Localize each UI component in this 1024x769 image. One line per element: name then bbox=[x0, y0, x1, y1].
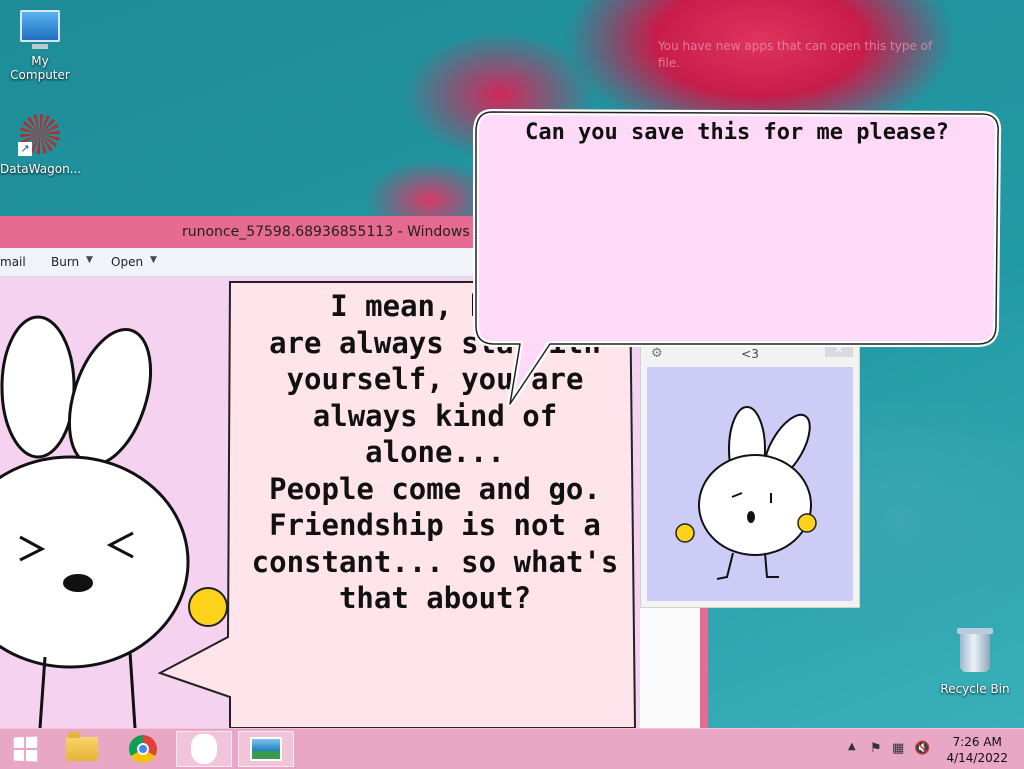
show-hidden-icons-button[interactable]: ▲ bbox=[848, 741, 856, 752]
taskbar-photo-viewer[interactable] bbox=[238, 731, 294, 767]
clock-date: 4/14/2022 bbox=[946, 751, 1008, 765]
desktop-icon-label: My Computer bbox=[10, 54, 70, 82]
taskbar-chrome[interactable] bbox=[115, 731, 171, 767]
desktop-icon-recycle-bin[interactable]: Recycle Bin bbox=[935, 628, 1015, 696]
chevron-down-icon[interactable]: ▼ bbox=[150, 255, 157, 265]
taskbar-clock[interactable]: 7:26 AM 4/14/2022 bbox=[946, 734, 1008, 766]
start-button[interactable] bbox=[0, 731, 50, 767]
story-line: Friendship is not a bbox=[269, 508, 601, 542]
datawagon-icon bbox=[18, 114, 60, 156]
popup-speech-bubble bbox=[473, 109, 1002, 407]
desktop-icon-label: DataWagon... bbox=[0, 162, 82, 176]
windows-icon bbox=[13, 736, 38, 762]
email-menu-button[interactable]: mail bbox=[0, 255, 26, 269]
desktop-icon-my-computer[interactable]: My Computer bbox=[0, 10, 80, 82]
desktop-icon-label: Recycle Bin bbox=[940, 682, 1010, 696]
open-menu-button[interactable]: Open bbox=[111, 255, 143, 269]
burn-menu-button[interactable]: Burn bbox=[51, 255, 79, 269]
popup-message: Can you save this for me please? bbox=[525, 120, 949, 145]
story-line: that about? bbox=[338, 581, 532, 615]
chevron-down-icon[interactable]: ▼ bbox=[86, 255, 93, 265]
story-line: People come and go. bbox=[269, 471, 601, 506]
desktop-icon-datawagon[interactable]: DataWagon... bbox=[0, 114, 82, 176]
taskbar: ▲ ⚑ ▦ 🔇 7:26 AM 4/14/2022 bbox=[0, 728, 1024, 769]
system-tray: ▲ ⚑ ▦ 🔇 7:26 AM 4/14/2022 bbox=[844, 729, 1024, 769]
bunny-icon bbox=[191, 734, 217, 764]
computer-icon bbox=[20, 10, 60, 49]
network-icon[interactable]: ▦ bbox=[892, 741, 904, 756]
recycle-bin-icon bbox=[957, 628, 993, 672]
chrome-icon bbox=[129, 735, 157, 763]
photo-icon bbox=[250, 737, 282, 761]
taskbar-bunny-app[interactable] bbox=[176, 731, 232, 767]
story-line: always kind of alone... bbox=[312, 398, 558, 470]
clock-time: 7:26 AM bbox=[952, 735, 1002, 749]
story-line: constant... so what's bbox=[251, 544, 619, 579]
taskbar-file-explorer[interactable] bbox=[54, 731, 110, 767]
action-center-flag-icon[interactable]: ⚑ bbox=[870, 741, 882, 756]
volume-muted-icon[interactable]: 🔇 bbox=[914, 741, 930, 756]
notification-hint: You have new apps that can open this typ… bbox=[658, 39, 933, 70]
folder-icon bbox=[66, 732, 98, 761]
